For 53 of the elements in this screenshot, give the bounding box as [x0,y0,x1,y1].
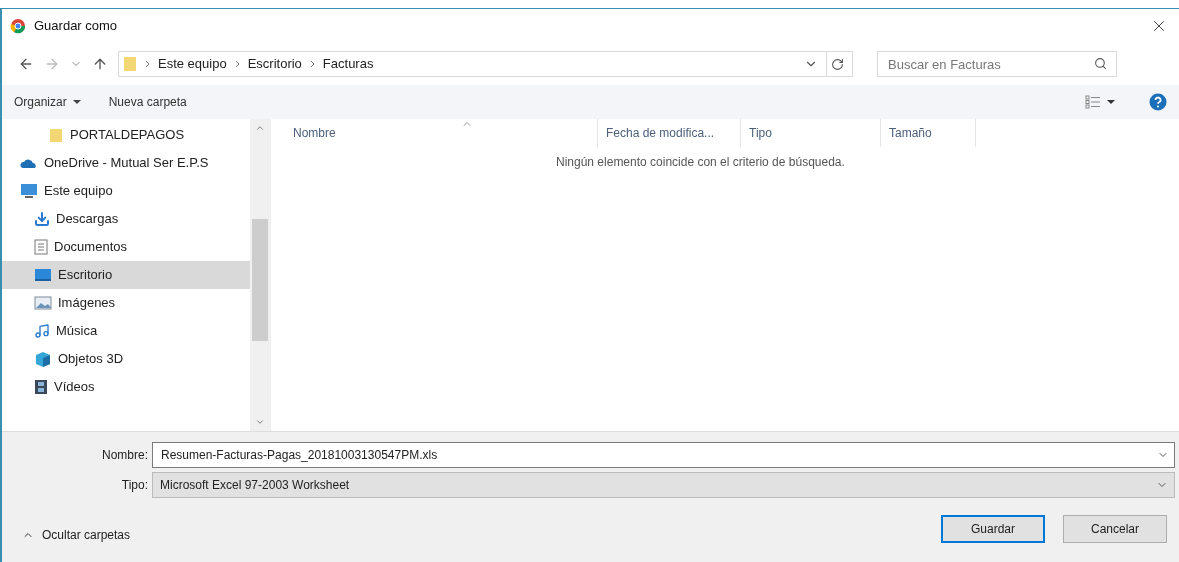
film-icon [34,379,48,395]
column-header[interactable]: Nombre [271,119,598,147]
sidebar-item[interactable]: Escritorio [2,261,250,289]
sidebar-item[interactable]: Vídeos [2,373,250,401]
chevron-right-icon [145,60,150,68]
chevron-right-icon [234,60,240,68]
breadcrumb-item[interactable]: Este equipo [158,54,227,74]
folder-icon [48,127,64,143]
document-icon [34,239,48,255]
sidebar-item[interactable]: Documentos [2,233,250,261]
pictures-icon [34,296,52,310]
sidebar-item[interactable]: Este equipo [2,177,250,205]
file-name-field[interactable]: Resumen-Facturas-Pagas_20181003130547PM.xls [152,441,1175,468]
file-type-dropdown[interactable]: Microsoft Excel 97-2003 Worksheet [152,471,1175,498]
field-label: Tipo: [120,476,149,494]
organize-menu-button[interactable]: Organizar [14,93,81,111]
sidebar-item[interactable]: PORTALDEPAGOS [2,121,250,149]
back-button[interactable] [18,56,34,72]
sidebar-item[interactable]: OneDrive - Mutual Ser E.P.S [2,149,250,177]
refresh-icon[interactable] [831,57,844,71]
new-folder-button[interactable]: Nueva carpeta [108,93,187,111]
folder-icon [123,56,137,72]
column-header[interactable]: Tamaño [881,119,976,147]
column-header[interactable]: Tipo [741,119,881,147]
chevron-right-icon [309,60,315,68]
column-header[interactable]: Fecha de modifica... [598,119,741,147]
browser-logo-icon [10,18,26,34]
up-button[interactable] [92,56,108,72]
search-field[interactable]: Buscar en Facturas [877,51,1117,77]
sidebar-item[interactable]: Objetos 3D [2,345,250,373]
caret-icon[interactable] [1107,100,1115,104]
breadcrumb-item[interactable]: Facturas [322,54,374,74]
cloud-icon [20,157,38,169]
empty-message: Ningún elemento coincide con el criterio de búsqueda. [556,154,846,171]
help-icon[interactable] [1149,93,1167,111]
view-options-icon[interactable] [1085,95,1101,109]
cube-icon [34,351,52,367]
window-title: Guardar como [34,17,118,36]
computer-icon [20,183,38,199]
breadcrumb-item[interactable]: Escritorio [247,54,302,74]
hide-folders-button[interactable]: Ocultar carpetas [22,526,131,544]
save-button[interactable]: Guardar [941,515,1045,543]
music-note-icon [34,323,50,339]
desktop-icon [34,268,52,282]
caret-icon [72,100,81,104]
download-icon [34,211,50,227]
field-label: Nombre: [101,446,149,464]
sidebar-item[interactable]: Descargas [2,205,250,233]
search-icon [1094,57,1107,70]
address-bar[interactable]: Este equipo Escritorio Facturas [118,51,853,77]
cancel-button[interactable]: Cancelar [1063,515,1167,543]
sidebar-item[interactable]: Imágenes [2,289,250,317]
sidebar-item[interactable]: Música [2,317,250,345]
